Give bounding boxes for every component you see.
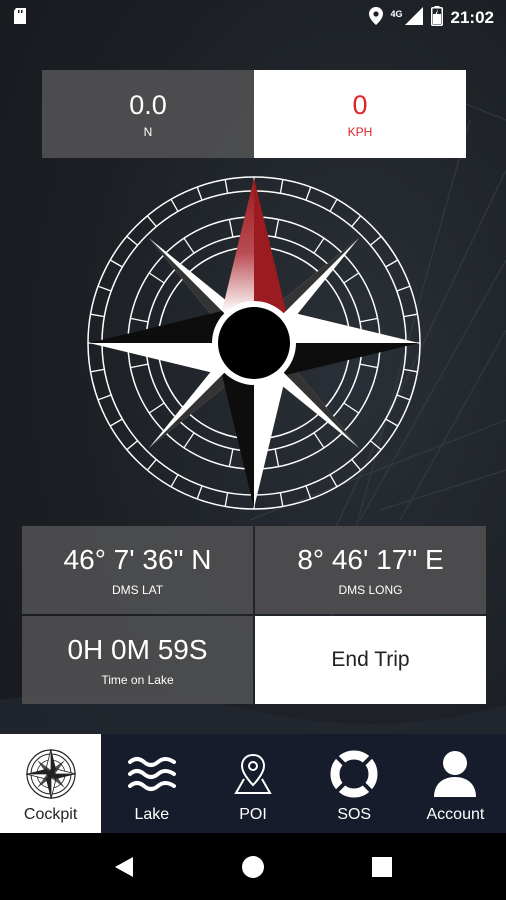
compass-rose [84,173,424,513]
nav-account-label: Account [426,806,485,823]
latitude-cell: 46° 7' 36" N DMS LAT [22,526,253,614]
person-icon [432,746,478,802]
speed-unit: KPH [347,125,373,139]
lifebuoy-icon [329,746,379,802]
home-button[interactable] [223,837,283,897]
back-icon [115,856,134,877]
clock: 21:02 [450,8,494,27]
trip-info-grid: 46° 7' 36" N DMS LAT 8° 46' 17" E DMS LO… [22,526,486,704]
system-navigation-bar [0,833,506,900]
battery-icon [430,5,443,31]
location-icon [368,6,383,30]
duration-label: Time on Lake [101,673,174,687]
longitude-cell: 8° 46' 17" E DMS LONG [255,526,486,614]
heading-value: 0.0 [129,90,167,120]
speed-panel: 0.0 N 0 KPH [42,70,466,158]
longitude-value: 8° 46' 17" E [297,544,444,575]
network-type: 4G [390,9,403,19]
back-button[interactable] [94,837,154,897]
map-pin-icon [233,746,273,802]
latitude-value: 46° 7' 36" N [63,544,212,575]
nav-sos[interactable]: SOS [304,734,405,833]
nav-sos-label: SOS [337,806,372,823]
heading-unit: N [143,125,153,139]
status-bar: 4G 21:02 [0,0,506,36]
latitude-label: DMS LAT [111,583,164,597]
signal-icon [404,6,423,30]
speed-display: 0 KPH [254,70,466,158]
nav-cockpit[interactable]: Cockpit [0,734,102,833]
recents-icon [371,856,392,877]
nav-lake-label: Lake [134,806,170,823]
recents-button[interactable] [352,837,412,897]
nav-account[interactable]: Account [405,734,506,833]
speed-value: 0 [352,90,368,120]
heading-display: 0.0 N [42,70,254,158]
end-trip-button[interactable]: End Trip [255,616,486,704]
duration-value: 0H 0M 59S [67,634,208,665]
longitude-label: DMS LONG [338,583,403,597]
nav-poi-label: POI [239,806,267,823]
nav-lake[interactable]: Lake [101,734,202,833]
home-icon [241,855,264,878]
waves-icon [127,746,177,802]
compass-icon [25,746,77,802]
nav-cockpit-label: Cockpit [23,806,78,823]
bottom-navigation: Cockpit Lake POI SOS Account [0,734,506,833]
duration-cell: 0H 0M 59S Time on Lake [22,616,253,704]
nav-poi[interactable]: POI [202,734,303,833]
sd-card-icon [12,7,28,30]
